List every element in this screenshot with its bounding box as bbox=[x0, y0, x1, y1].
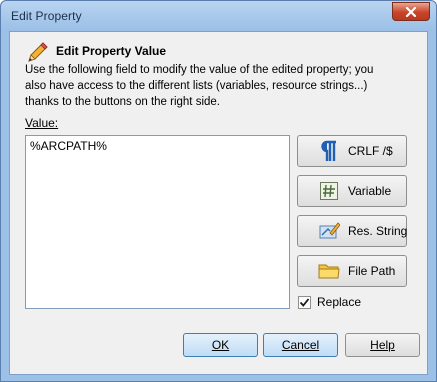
window-title: Edit Property bbox=[11, 9, 82, 23]
res-string-button[interactable]: Res. String bbox=[297, 215, 407, 247]
close-icon bbox=[405, 6, 417, 17]
cancel-button-label: Cancel bbox=[281, 338, 320, 352]
close-button[interactable] bbox=[392, 2, 430, 21]
crlf-button-label: CRLF /$ bbox=[348, 144, 393, 158]
header-description: Use the following field to modify the va… bbox=[25, 64, 374, 108]
checkmark-icon bbox=[299, 297, 310, 307]
replace-label: Replace bbox=[317, 295, 362, 309]
file-path-button[interactable]: File Path bbox=[297, 255, 407, 287]
dialog-body: Edit Property Value Use the following fi… bbox=[9, 31, 428, 375]
pilcrow-icon bbox=[318, 140, 340, 162]
variable-button[interactable]: Variable bbox=[297, 175, 407, 207]
resource-string-icon bbox=[318, 220, 340, 242]
header-title: Edit Property Value bbox=[56, 44, 167, 58]
replace-checkbox[interactable] bbox=[298, 295, 311, 309]
title-bar[interactable]: Edit Property bbox=[1, 1, 436, 31]
value-label: Value: bbox=[25, 116, 59, 130]
pencil-icon bbox=[28, 42, 48, 62]
folder-icon bbox=[318, 260, 340, 282]
file-path-button-label: File Path bbox=[348, 264, 396, 278]
help-button[interactable]: Help bbox=[345, 333, 420, 357]
value-textarea[interactable]: %ARCPATH% bbox=[25, 135, 290, 309]
dialog-window: Edit Property Edit Property Value Use th… bbox=[0, 0, 437, 382]
ok-button-label: OK bbox=[211, 338, 230, 352]
help-button-label: Help bbox=[370, 338, 395, 352]
replace-option[interactable]: Replace bbox=[298, 295, 361, 309]
crlf-button[interactable]: CRLF /$ bbox=[297, 135, 407, 167]
res-string-button-label: Res. String bbox=[348, 224, 408, 238]
variable-button-label: Variable bbox=[348, 184, 392, 198]
cancel-button[interactable]: Cancel bbox=[263, 333, 338, 357]
ok-button[interactable]: OK bbox=[183, 333, 258, 357]
hash-icon bbox=[318, 180, 340, 202]
